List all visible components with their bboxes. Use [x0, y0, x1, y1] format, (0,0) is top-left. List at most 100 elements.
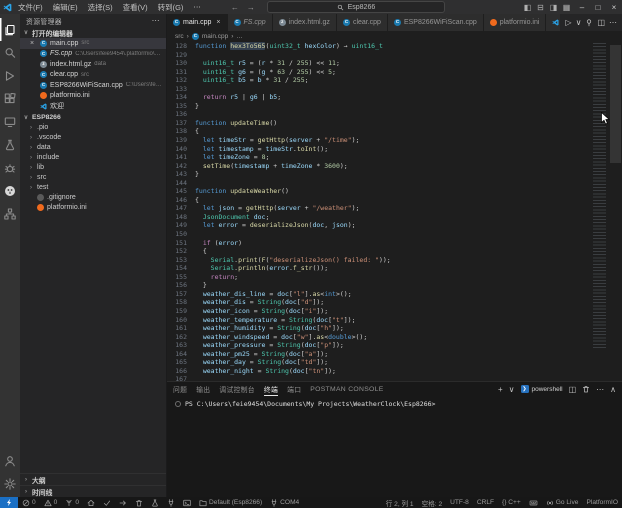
eol[interactable]: CRLF	[473, 499, 498, 506]
menu-文件(F)[interactable]: 文件(F)	[14, 1, 47, 14]
project-section-header[interactable]: ∨ ESP8266	[20, 112, 166, 123]
menu-查看(V)[interactable]: 查看(V)	[119, 1, 152, 14]
keyboard-icon[interactable]	[525, 499, 542, 507]
platformio-label[interactable]: PlatformIO	[582, 499, 622, 506]
open-editors-section-header[interactable]: ∨ 打开的编辑器	[20, 27, 166, 38]
panel-tab-端口[interactable]: 端口	[287, 382, 301, 396]
pio-serial-monitor-button[interactable]	[163, 497, 179, 508]
tree-item-lib[interactable]: ›lib	[20, 163, 166, 173]
tree-item-platformio.ini[interactable]: platformio.ini	[20, 203, 166, 213]
pio-upload-button[interactable]	[115, 497, 131, 508]
menu-编辑(E)[interactable]: 编辑(E)	[49, 1, 82, 14]
panel-tab-POSTMAN CONSOLE[interactable]: POSTMAN CONSOLE	[310, 382, 383, 396]
forward-arrow-icon[interactable]: →	[247, 3, 255, 12]
run-dropdown-icon[interactable]: ∨	[576, 18, 582, 27]
encoding[interactable]: UTF-8	[446, 499, 473, 506]
menu-⋯[interactable]: ⋯	[189, 1, 205, 14]
tab-FS.cpp[interactable]: CFS.cpp	[228, 14, 273, 31]
maximize-button[interactable]: □	[590, 3, 606, 12]
close-button[interactable]: ×	[606, 3, 622, 12]
section-大纲[interactable]: ›大纲	[20, 473, 166, 485]
breadcrumb-item[interactable]: main.cpp	[202, 33, 228, 40]
minimize-button[interactable]: –	[574, 3, 590, 12]
split-editor-icon[interactable]: ◫	[597, 18, 605, 27]
remote-indicator[interactable]	[0, 497, 18, 508]
panel-more-icon[interactable]: ⋯	[596, 385, 604, 394]
split-terminal-icon[interactable]: ◫	[569, 385, 577, 394]
more-actions-icon[interactable]: ⋯	[609, 18, 617, 27]
terminal[interactable]: PS C:\Users\feie9454\Documents\My Projec…	[167, 396, 622, 497]
hierarchy-icon[interactable]	[0, 202, 20, 225]
tab-clear.cpp[interactable]: Cclear.cpp	[337, 14, 388, 31]
menu-转到(G)[interactable]: 转到(G)	[154, 1, 188, 14]
new-terminal-button[interactable]: +	[498, 385, 503, 394]
tab-main.cpp[interactable]: Cmain.cpp×	[167, 14, 228, 31]
open-editor-item[interactable]: ×platformio.ini	[20, 91, 166, 102]
open-editor-item[interactable]: ×欢迎	[20, 101, 166, 112]
terminal-instance[interactable]: ❯powershell	[521, 385, 563, 393]
explorer-icon[interactable]	[0, 18, 20, 41]
tree-item-data[interactable]: ›data	[20, 143, 166, 153]
section-时间线[interactable]: ›时间线	[20, 485, 166, 497]
account-icon[interactable]	[0, 449, 20, 472]
bug-icon[interactable]	[0, 156, 20, 179]
command-center-search[interactable]: Esp8266	[267, 1, 445, 13]
scrollbar-thumb[interactable]	[610, 45, 621, 163]
pio-build-button[interactable]	[99, 497, 115, 508]
tree-item-include[interactable]: ›include	[20, 153, 166, 163]
panel-tab-输出[interactable]: 输出	[196, 382, 210, 396]
panel-tab-调试控制台[interactable]: 调试控制台	[219, 382, 254, 396]
tree-item-src[interactable]: ›src	[20, 173, 166, 183]
scrollbar[interactable]	[609, 41, 622, 381]
cursor-position[interactable]: 行 2, 列 1	[382, 498, 418, 508]
open-editor-item[interactable]: ×CFS.cppC:\Users\feie9454\.platformio\pa…	[20, 49, 166, 60]
back-arrow-icon[interactable]: ←	[231, 3, 239, 12]
toggle-secondary-sidebar-icon[interactable]: ◨	[547, 3, 560, 12]
tab-platformio.ini[interactable]: platformio.ini	[484, 14, 547, 31]
breadcrumb-item[interactable]: …	[236, 33, 243, 40]
tab-index.html.gz[interactable]: zindex.html.gz	[273, 14, 337, 31]
serial-port-selector[interactable]: COM4	[266, 497, 303, 508]
run-debug-icon[interactable]	[0, 64, 20, 87]
toggle-sidebar-icon[interactable]: ◧	[521, 3, 534, 12]
platformio-icon[interactable]	[0, 179, 20, 202]
customize-layout-icon[interactable]: ▦	[560, 3, 573, 12]
tree-item-test[interactable]: ›test	[20, 183, 166, 193]
sidebar-more-icon[interactable]: ⋯	[152, 16, 160, 25]
indentation[interactable]: 空格: 2	[418, 498, 447, 508]
minimap[interactable]	[592, 41, 609, 349]
pio-test-button[interactable]	[147, 497, 163, 508]
settings-gear-icon[interactable]	[0, 472, 20, 495]
toggle-panel-icon[interactable]: ⊟	[534, 3, 547, 12]
tab-欢迎[interactable]: 欢迎	[546, 14, 560, 31]
pio-home-button[interactable]	[83, 497, 99, 508]
go-live[interactable]: Go Live	[542, 499, 583, 507]
extensions-icon[interactable]	[0, 87, 20, 110]
search-icon[interactable]	[0, 41, 20, 64]
pio-remote-count[interactable]: 0	[61, 497, 83, 508]
open-editor-item[interactable]: ×zindex.html.gzdata	[20, 59, 166, 70]
open-editor-item[interactable]: ×Cclear.cppsrc	[20, 70, 166, 81]
tree-item-.pio[interactable]: ›.pio	[20, 123, 166, 133]
remote-explorer-icon[interactable]	[0, 110, 20, 133]
menu-选择(S)[interactable]: 选择(S)	[84, 1, 117, 14]
code-editor[interactable]: 128function hex3To565(uint32_t hexColor)…	[167, 41, 622, 381]
language-mode[interactable]: {} C++	[498, 499, 525, 506]
tree-item-.vscode[interactable]: ›.vscode	[20, 133, 166, 143]
open-editor-item[interactable]: ×CESP8266WiFiScan.cppC:\Users\feie9454\.…	[20, 80, 166, 91]
tab-close-icon[interactable]: ×	[216, 19, 220, 26]
problems-errors[interactable]: 0	[18, 497, 40, 508]
close-icon[interactable]: ×	[30, 40, 37, 47]
pio-env-selector[interactable]: Default (Esp8266)	[195, 497, 266, 508]
problems-warnings[interactable]: 0	[40, 497, 62, 508]
breadcrumb-item[interactable]: src	[175, 33, 184, 40]
tree-item-.gitignore[interactable]: .gitignore	[20, 193, 166, 203]
open-editor-item[interactable]: ×Cmain.cppsrc	[20, 38, 166, 49]
run-button[interactable]: ▷	[565, 18, 571, 27]
panel-tab-终端[interactable]: 终端	[264, 382, 278, 396]
panel-maximize-icon[interactable]: ∧	[610, 385, 616, 394]
debug-icon[interactable]	[585, 18, 593, 27]
panel-tab-问题[interactable]: 问题	[173, 382, 187, 396]
test-flask-icon[interactable]	[0, 133, 20, 156]
pio-clean-button[interactable]	[131, 497, 147, 508]
